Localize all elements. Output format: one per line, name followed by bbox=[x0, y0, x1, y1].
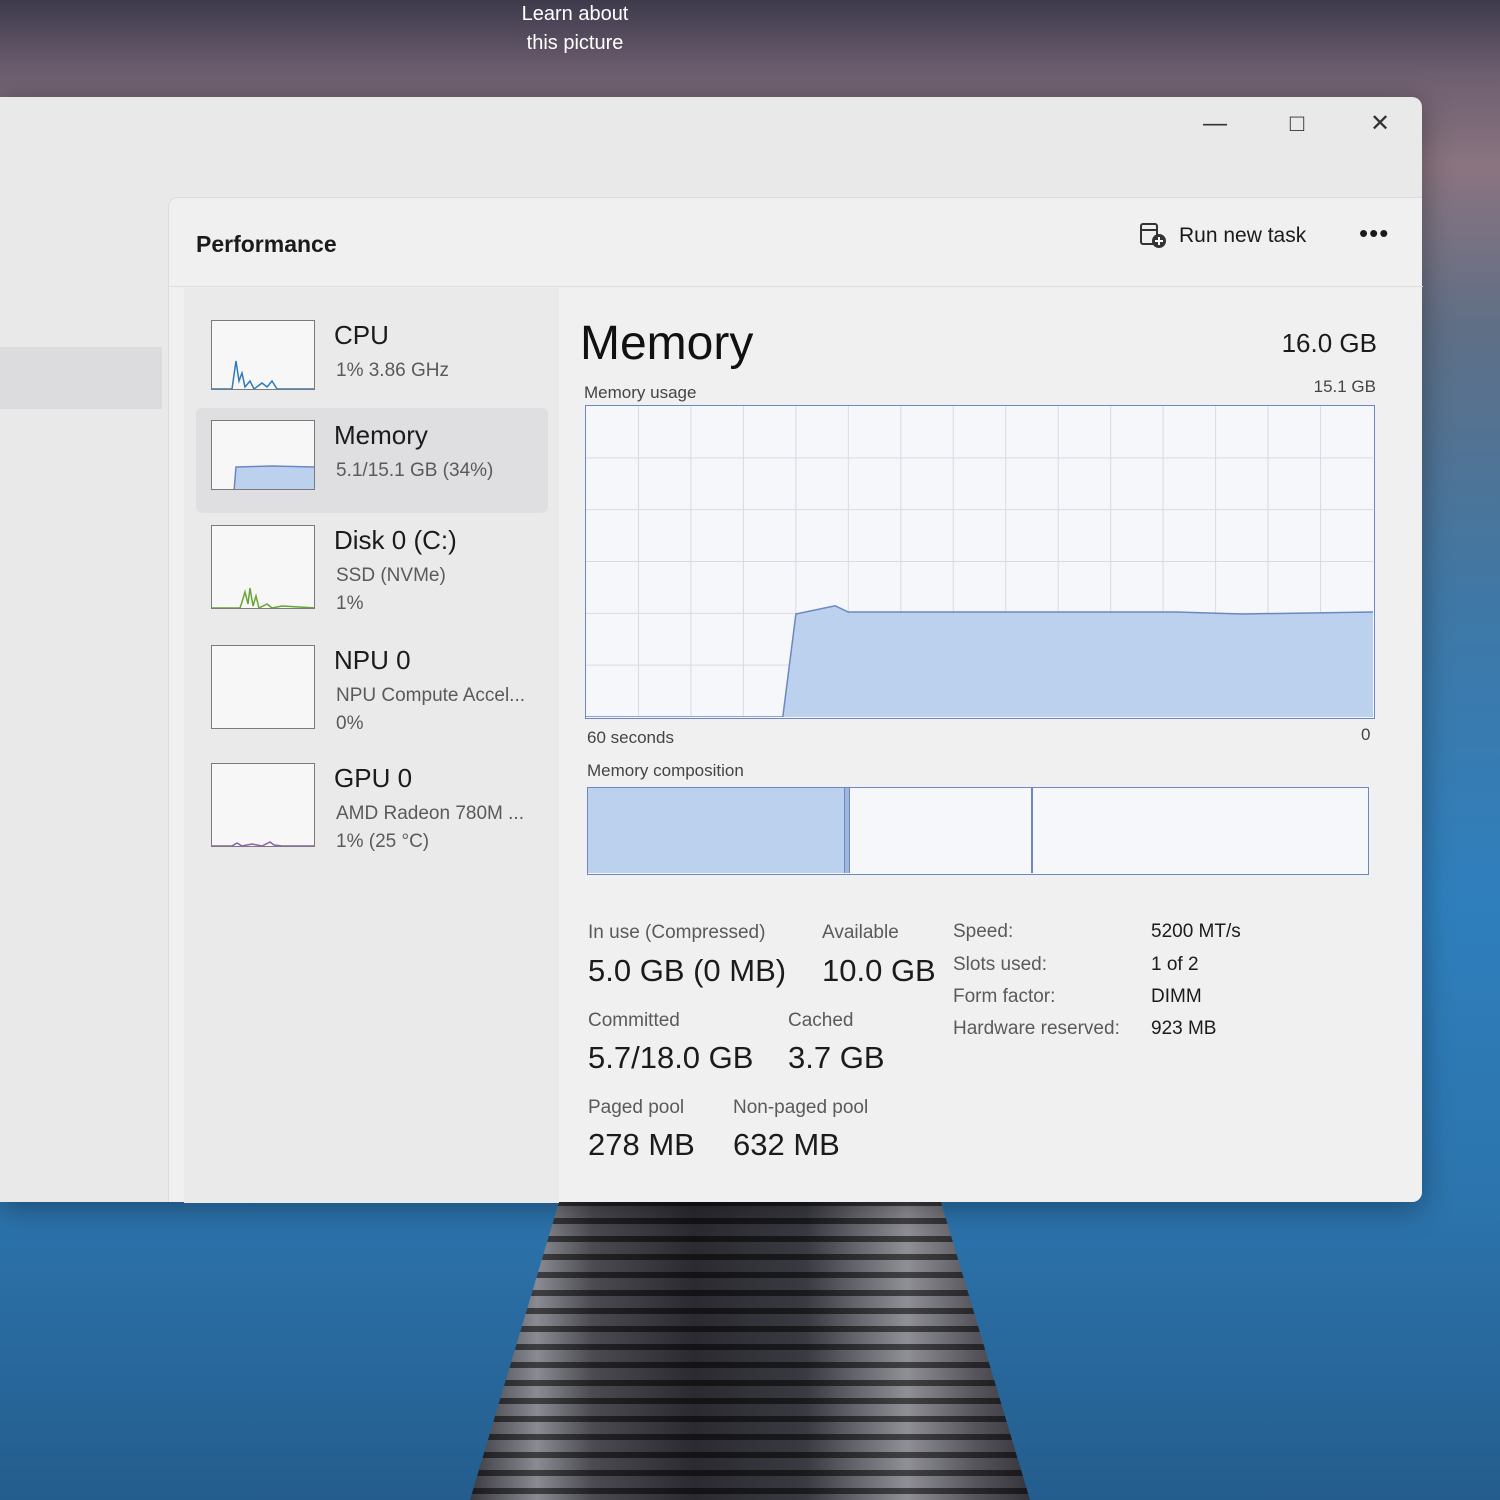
resource-sidebar: CPU 1% 3.86 GHz Memory 5.1/15.1 GB (34%) bbox=[184, 288, 559, 1203]
npu-thumbnail-graph bbox=[211, 645, 315, 729]
hardware-reserved-label: Hardware reserved: bbox=[953, 1018, 1120, 1039]
cpu-thumbnail-graph bbox=[211, 320, 315, 390]
sidebar-item-npu[interactable]: NPU 0 NPU Compute Accel... 0% bbox=[196, 633, 548, 738]
gpu-model: AMD Radeon 780M ... bbox=[336, 803, 524, 824]
wallpaper-pier bbox=[470, 1200, 1030, 1500]
in-use-label: In use (Compressed) bbox=[588, 922, 766, 943]
slots-used-label: Slots used: bbox=[953, 954, 1047, 975]
memory-usage-area bbox=[586, 605, 1373, 717]
gpu-usage: 1% (25 °C) bbox=[336, 831, 430, 852]
run-new-task-label: Run new task bbox=[1179, 224, 1307, 247]
speed-label: Speed: bbox=[953, 921, 1014, 942]
page-title: Performance bbox=[196, 231, 337, 257]
composition-standby-divider bbox=[1031, 788, 1033, 873]
speed-value: 5200 MT/s bbox=[1151, 921, 1241, 942]
learn-about-picture[interactable]: Learn about this picture bbox=[470, 0, 680, 58]
nonpaged-pool-label: Non-paged pool bbox=[733, 1097, 869, 1118]
graph-time-end: 0 bbox=[1361, 725, 1371, 744]
memory-usage-label: Memory usage bbox=[584, 383, 697, 402]
gpu-label: GPU 0 bbox=[334, 763, 413, 793]
memory-usage-graph bbox=[585, 405, 1375, 719]
memory-total: 16.0 GB bbox=[1281, 328, 1377, 358]
memory-usage-chart bbox=[586, 406, 1374, 718]
more-options-button[interactable]: ••• bbox=[1359, 218, 1389, 249]
committed-value: 5.7/18.0 GB bbox=[588, 1040, 754, 1075]
cached-value: 3.7 GB bbox=[788, 1040, 885, 1075]
nav-selected-strip[interactable] bbox=[0, 347, 162, 409]
memory-stats: 5.1/15.1 GB (34%) bbox=[336, 460, 494, 481]
memory-usage-max: 15.1 GB bbox=[1313, 377, 1376, 396]
committed-label: Committed bbox=[588, 1010, 680, 1031]
npu-label: NPU 0 bbox=[334, 645, 411, 675]
form-factor-value: DIMM bbox=[1151, 986, 1202, 1007]
header-divider bbox=[169, 286, 1423, 287]
available-value: 10.0 GB bbox=[822, 953, 936, 988]
sidebar-item-cpu[interactable]: CPU 1% 3.86 GHz bbox=[196, 308, 548, 413]
memory-title: Memory bbox=[580, 317, 754, 370]
available-label: Available bbox=[822, 922, 899, 943]
run-task-icon bbox=[1140, 223, 1166, 248]
sidebar-item-memory[interactable]: Memory 5.1/15.1 GB (34%) bbox=[196, 408, 548, 513]
maximize-button[interactable]: □ bbox=[1272, 109, 1322, 139]
npu-usage: 0% bbox=[336, 713, 364, 734]
composition-modified bbox=[845, 788, 850, 873]
cached-label: Cached bbox=[788, 1010, 854, 1031]
memory-composition-bar bbox=[587, 787, 1369, 875]
slots-used-value: 1 of 2 bbox=[1151, 954, 1199, 975]
memory-composition-label: Memory composition bbox=[587, 761, 744, 780]
hardware-reserved-value: 923 MB bbox=[1151, 1018, 1217, 1039]
learn-line-2: this picture bbox=[526, 32, 624, 54]
memory-thumbnail-graph bbox=[211, 420, 315, 490]
run-new-task-button[interactable]: Run new task bbox=[1139, 220, 1306, 252]
sidebar-item-disk[interactable]: Disk 0 (C:) SSD (NVMe) 1% bbox=[196, 513, 548, 618]
cpu-label: CPU bbox=[334, 320, 389, 350]
performance-panel: Performance Run new task ••• CPU 1% 3.86… bbox=[168, 197, 1423, 1203]
in-use-value: 5.0 GB (0 MB) bbox=[588, 953, 787, 988]
form-factor-label: Form factor: bbox=[953, 986, 1056, 1007]
cpu-stats: 1% 3.86 GHz bbox=[336, 360, 449, 381]
disk-usage: 1% bbox=[336, 593, 364, 614]
npu-description: NPU Compute Accel... bbox=[336, 685, 526, 706]
minimize-button[interactable]: — bbox=[1190, 109, 1240, 139]
sidebar-item-gpu[interactable]: GPU 0 AMD Radeon 780M ... 1% (25 °C) bbox=[196, 751, 548, 856]
disk-type: SSD (NVMe) bbox=[336, 565, 446, 586]
gpu-thumbnail-graph bbox=[211, 763, 315, 847]
task-manager-window: — □ ✕ Performance Run new task ••• CPU 1… bbox=[0, 97, 1423, 1203]
paged-pool-label: Paged pool bbox=[588, 1097, 685, 1118]
learn-line-1: Learn about bbox=[521, 3, 629, 25]
composition-in-use bbox=[588, 788, 845, 873]
disk-label: Disk 0 (C:) bbox=[334, 525, 457, 555]
disk-thumbnail-graph bbox=[211, 525, 315, 609]
graph-time-label: 60 seconds bbox=[587, 728, 674, 747]
close-button[interactable]: ✕ bbox=[1355, 109, 1405, 139]
memory-label: Memory bbox=[334, 420, 428, 450]
paged-pool-value: 278 MB bbox=[588, 1127, 695, 1162]
nonpaged-pool-value: 632 MB bbox=[733, 1127, 840, 1162]
